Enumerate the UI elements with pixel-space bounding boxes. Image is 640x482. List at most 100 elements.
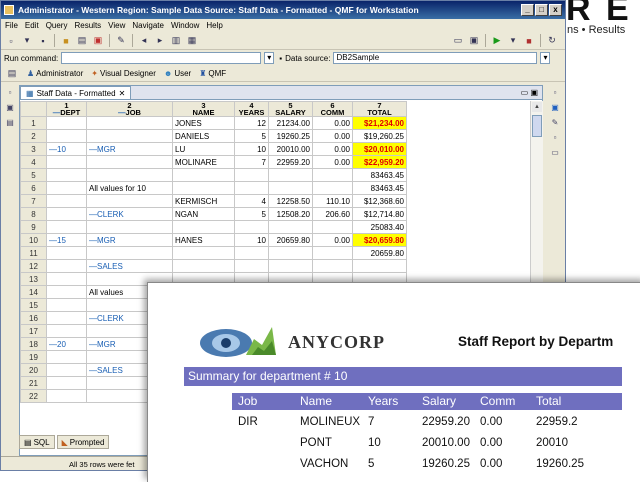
table-row[interactable]: 8 —CLERK NGAN 5 12508.20 206.60 $12,714.80 <box>20 207 407 221</box>
dropdown-icon[interactable]: ▾ <box>20 34 34 48</box>
stop-icon[interactable]: ■ <box>522 34 536 48</box>
cell-job[interactable] <box>86 116 173 130</box>
cell-total[interactable]: 83463.45 <box>352 168 407 182</box>
perspective-user[interactable]: ☻ User <box>164 69 191 78</box>
back-icon[interactable]: ◂ <box>137 34 151 48</box>
table-row[interactable]: 3 —10 —MGR LU 10 20010.00 0.00 $20,010.00 <box>20 142 407 156</box>
cell-salary[interactable]: 12508.20 <box>268 207 313 221</box>
run-command-dropdown[interactable]: ▾ <box>264 52 275 64</box>
cell-years[interactable]: 10 <box>234 233 269 247</box>
scroll-up-icon[interactable]: ▲ <box>532 102 542 112</box>
cell-job[interactable] <box>86 155 173 169</box>
row-number[interactable]: 1 <box>20 116 47 130</box>
cell-dept[interactable] <box>46 311 87 325</box>
tab-sql[interactable]: ▤ SQL <box>19 435 55 449</box>
cell-years[interactable] <box>234 181 269 195</box>
row-number[interactable]: 11 <box>20 246 47 260</box>
cell-dept[interactable] <box>46 129 87 143</box>
cell-dept[interactable]: —10 <box>46 142 87 156</box>
minimize-maximize-icons[interactable]: ▭ ▣ <box>521 88 542 99</box>
cell-years[interactable]: 7 <box>234 155 269 169</box>
grid-icon[interactable]: ▦ <box>185 34 199 48</box>
cell-salary[interactable]: 19260.25 <box>268 129 313 143</box>
restore-icon[interactable]: ▫ <box>5 88 15 98</box>
row-number[interactable]: 22 <box>20 389 47 403</box>
tab-prompted[interactable]: ◣ Prompted <box>56 435 110 449</box>
menu-file[interactable]: File <box>5 21 18 30</box>
new-icon[interactable]: ▫ <box>4 34 18 48</box>
cell-years[interactable] <box>234 259 269 273</box>
cell-total[interactable]: $12,368.60 <box>352 194 407 208</box>
run-command-input[interactable] <box>61 52 262 64</box>
maximize-button[interactable]: □ <box>535 4 548 16</box>
cell-name[interactable] <box>172 168 235 182</box>
cell-total[interactable]: $21,234.00 <box>352 116 407 130</box>
cell-years[interactable]: 10 <box>234 142 269 156</box>
menu-view[interactable]: View <box>108 21 125 30</box>
cell-job[interactable] <box>86 246 173 260</box>
cell-name[interactable]: HANES <box>172 233 235 247</box>
cell-job[interactable]: —MGR <box>86 233 173 247</box>
cell-name[interactable]: JONES <box>172 116 235 130</box>
cell-name[interactable]: KERMISCH <box>172 194 235 208</box>
open-icon[interactable]: ■ <box>59 34 73 48</box>
cell-dept[interactable] <box>46 298 87 312</box>
cell-years[interactable] <box>234 246 269 260</box>
row-number[interactable]: 3 <box>20 142 47 156</box>
database-icon[interactable]: ▤ <box>5 118 15 128</box>
column-header[interactable]: 3 NAME <box>172 101 235 117</box>
cell-years[interactable]: 5 <box>234 207 269 221</box>
properties-icon[interactable]: ▣ <box>550 103 560 113</box>
cell-job[interactable]: All values for 10 <box>86 181 173 195</box>
row-number[interactable]: 21 <box>20 376 47 390</box>
cell-comm[interactable] <box>312 168 353 182</box>
cell-dept[interactable] <box>46 116 87 130</box>
column-header[interactable]: 5 SALARY <box>268 101 313 117</box>
cell-dept[interactable] <box>46 155 87 169</box>
cell-dept[interactable] <box>46 194 87 208</box>
cell-salary[interactable] <box>268 259 313 273</box>
cell-dept[interactable] <box>46 259 87 273</box>
cell-dept[interactable] <box>46 285 87 299</box>
outline-icon[interactable]: ▭ <box>550 148 560 158</box>
table-row[interactable]: 2 DANIELS 5 19260.25 0.00 $19,260.25 <box>20 129 407 143</box>
cell-years[interactable]: 4 <box>234 194 269 208</box>
restore-icon[interactable]: ▫ <box>550 133 560 143</box>
row-number[interactable]: 19 <box>20 350 47 364</box>
cell-total[interactable]: 83463.45 <box>352 181 407 195</box>
cell-total[interactable]: $20,659.80 <box>352 233 407 247</box>
menu-navigate[interactable]: Navigate <box>132 21 164 30</box>
menu-results[interactable]: Results <box>74 21 101 30</box>
layout-icon[interactable]: ▭ <box>451 34 465 48</box>
tools-icon[interactable]: ✎ <box>550 118 560 128</box>
row-number[interactable]: 8 <box>20 207 47 221</box>
chart-icon[interactable]: ▥ <box>169 34 183 48</box>
table-row[interactable]: 7 KERMISCH 4 12258.50 110.10 $12,368.60 <box>20 194 407 208</box>
data-source-dropdown[interactable]: ▾ <box>540 52 551 64</box>
cell-total[interactable]: $12,714.80 <box>352 207 407 221</box>
menu-help[interactable]: Help <box>206 21 222 30</box>
cell-comm[interactable]: 206.60 <box>312 207 353 221</box>
cell-comm[interactable]: 0.00 <box>312 155 353 169</box>
row-number[interactable]: 10 <box>20 233 47 247</box>
cell-dept[interactable] <box>46 350 87 364</box>
cell-comm[interactable]: 110.10 <box>312 194 353 208</box>
cell-name[interactable] <box>172 181 235 195</box>
cell-dept[interactable] <box>46 324 87 338</box>
row-number[interactable]: 6 <box>20 181 47 195</box>
cell-comm[interactable]: 0.00 <box>312 142 353 156</box>
cell-name[interactable] <box>172 246 235 260</box>
cell-comm[interactable] <box>312 220 353 234</box>
cell-salary[interactable]: 20010.00 <box>268 142 313 156</box>
data-source-input[interactable]: DB2Sample <box>333 52 538 64</box>
cell-job[interactable] <box>86 129 173 143</box>
close-button[interactable]: x <box>549 4 562 16</box>
cell-comm[interactable]: 0.00 <box>312 233 353 247</box>
cell-dept[interactable] <box>46 220 87 234</box>
menu-query[interactable]: Query <box>46 21 68 30</box>
cell-total[interactable]: 25083.40 <box>352 220 407 234</box>
forward-icon[interactable]: ▸ <box>153 34 167 48</box>
print-icon[interactable]: ▤ <box>75 34 89 48</box>
save-icon[interactable]: ▪ <box>36 34 50 48</box>
cell-job[interactable]: —CLERK <box>86 207 173 221</box>
